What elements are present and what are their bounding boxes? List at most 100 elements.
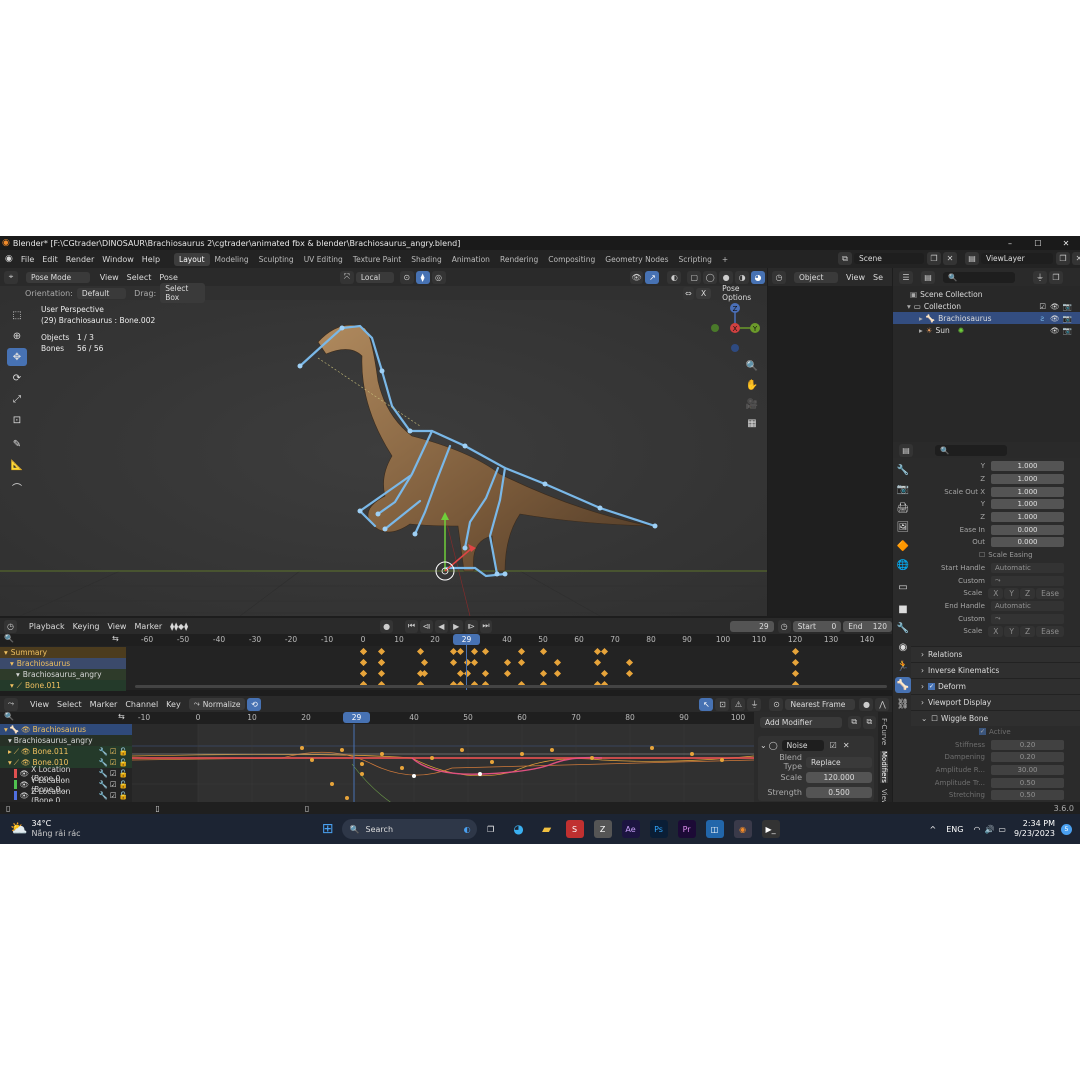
keyframe-diamond[interactable] xyxy=(463,658,471,667)
end-scale-y[interactable]: Y xyxy=(1004,625,1019,637)
channel-lock-icon[interactable]: 🔓 xyxy=(119,791,128,800)
keyframe-diamond[interactable] xyxy=(456,669,464,678)
orientation-select[interactable]: Default xyxy=(76,287,127,299)
language-indicator[interactable]: ENG xyxy=(946,825,963,834)
zoom-icon[interactable]: 🔍 xyxy=(744,358,760,374)
keyframe-diamond[interactable] xyxy=(600,669,608,678)
keyframe-diamond[interactable] xyxy=(517,647,525,656)
channel-modifier-icon[interactable]: 🔧 xyxy=(99,791,108,800)
keyframe-diamond[interactable] xyxy=(456,647,464,656)
timeline-menu-view[interactable]: View xyxy=(103,622,130,631)
keyframe-diamond[interactable] xyxy=(791,658,799,667)
graph-channel-z-location[interactable]: 👁 Z Location (Bone.0... 🔧 ☑ 🔓 xyxy=(0,787,132,805)
end-frame-field[interactable]: End 120 xyxy=(843,620,893,632)
prop-field[interactable]: 1.000 xyxy=(991,461,1064,472)
photoshop-icon[interactable]: Ps xyxy=(649,820,668,838)
keyframe-diamond[interactable] xyxy=(791,669,799,678)
collection-expand-icon[interactable]: ▾ xyxy=(907,302,911,311)
transform-tool-icon[interactable]: ⊡ xyxy=(7,411,27,429)
battery-icon[interactable]: ▭ xyxy=(998,825,1006,834)
sun-visibility-icon[interactable]: 👁 xyxy=(1050,326,1060,335)
modifier-enable-icon[interactable]: ☑ xyxy=(830,741,837,750)
graph-ruler[interactable]: 🔍 ⇆ -100102030405060708090100 xyxy=(0,712,754,724)
keyframe-diamond[interactable] xyxy=(359,669,367,678)
prop-field[interactable]: 30.00 xyxy=(991,765,1064,776)
view-layer-tab-icon[interactable]: 🖼 xyxy=(895,519,911,535)
channel-action[interactable]: ▾ Brachiosaurus_angry xyxy=(0,669,126,680)
tab-modeling[interactable]: Modeling xyxy=(210,253,254,266)
timeline-swap-icon[interactable]: ⇆ xyxy=(112,634,119,643)
timeline-menu-keying[interactable]: Keying xyxy=(69,622,104,631)
keyframe-diamond[interactable] xyxy=(503,669,511,678)
end-scale-z[interactable]: Z xyxy=(1020,625,1036,637)
camera-view-icon[interactable]: 🎥 xyxy=(744,396,760,412)
minimize-button[interactable]: – xyxy=(996,239,1024,248)
record-icon[interactable]: ● xyxy=(380,619,394,633)
end-scale-x[interactable]: X xyxy=(988,625,1004,637)
prop-field[interactable]: 0.50 xyxy=(991,790,1064,801)
timeline-menu-marker[interactable]: Marker xyxy=(130,622,166,631)
select-box-tool-icon[interactable]: ⬚ xyxy=(7,306,27,324)
camera-view-panel[interactable]: ◷ Object View Se xyxy=(768,268,892,616)
shading-solid-icon[interactable]: ● xyxy=(719,270,734,284)
new-scene-icon[interactable]: ❐ xyxy=(927,252,941,265)
outliner-object-sun[interactable]: ▸ ☀ Sun ✺ 👁 📷 xyxy=(893,324,1080,336)
timeline-editor-icon[interactable]: ◷ xyxy=(4,619,17,633)
menu-render[interactable]: Render xyxy=(62,255,98,264)
start-handle-select[interactable]: Automatic xyxy=(991,562,1064,573)
tab-uv-editing[interactable]: UV Editing xyxy=(299,253,348,266)
weather-icon[interactable]: ⛅ xyxy=(10,821,27,837)
shading-rendered-icon[interactable]: ◕ xyxy=(751,270,766,284)
xray-toggle-icon[interactable]: ▢ xyxy=(687,270,702,284)
graph-channel-action[interactable]: ▾ Brachiosaurus_angry xyxy=(0,735,132,746)
brachiosaurus-render-icon[interactable]: 📷 xyxy=(1063,314,1072,323)
graph-channel-bone-011[interactable]: ▸ ⟋ 👁 Bone.011 🔧 ☑ 🔓 xyxy=(0,746,132,757)
only-selected-icon[interactable]: ↖ xyxy=(699,697,714,711)
tool-tab-icon[interactable]: 🔧 xyxy=(895,462,911,478)
sun-render-icon[interactable]: 📷 xyxy=(1063,326,1072,335)
edge-icon[interactable]: ◕ xyxy=(510,820,528,838)
bone-tab-icon[interactable]: 🦴 xyxy=(895,677,911,693)
noise-modifier-name[interactable]: Noise xyxy=(781,739,824,751)
properties-search-input[interactable]: 🔍 xyxy=(935,444,1007,456)
channel-summary[interactable]: ▾ Summary xyxy=(0,647,126,658)
prop-field[interactable]: 1.000 xyxy=(991,486,1064,497)
channel-checkbox-icon[interactable]: ☑ xyxy=(110,769,117,778)
keyframe-diamond[interactable] xyxy=(503,658,511,667)
scene-tab-icon[interactable]: 🔶 xyxy=(895,538,911,554)
annotate-tool-icon[interactable]: ✎ xyxy=(7,435,27,453)
timeline-frame-indicator[interactable]: 29 xyxy=(453,634,480,645)
tab-geometry-nodes[interactable]: Geometry Nodes xyxy=(600,253,673,266)
snap-mode-select[interactable]: Nearest Frame xyxy=(785,698,856,710)
normalize-toggle[interactable]: ⤳ Normalize xyxy=(188,698,246,710)
keyframe-diamond[interactable] xyxy=(593,647,601,656)
graph-menu-key[interactable]: Key xyxy=(162,700,185,709)
graph-frame-indicator[interactable]: 29 xyxy=(343,712,370,723)
scale-easing-checkbox[interactable]: ☐ Scale Easing xyxy=(911,549,1080,562)
channel-checkbox-icon[interactable]: ☑ xyxy=(110,780,117,789)
tab-modifiers[interactable]: Modifiers xyxy=(880,751,888,784)
modifier-tab-icon[interactable]: 🔧 xyxy=(895,620,911,636)
add-workspace-button[interactable]: + xyxy=(717,253,733,266)
app-blue-icon[interactable]: ◫ xyxy=(705,820,724,838)
modifier-scale-field[interactable]: 120.000 xyxy=(806,771,872,783)
shading-material-icon[interactable]: ◑ xyxy=(735,270,750,284)
keyframe-diamond[interactable] xyxy=(471,647,479,656)
ortho-grid-icon[interactable]: ▦ xyxy=(744,415,760,431)
prop-field[interactable]: 1.000 xyxy=(991,499,1064,510)
start-custom-field[interactable]: ⤳ xyxy=(991,575,1064,586)
timeline-ruler[interactable]: 🔍 ⇆ -60-50-40-30-20-10010203040506070809… xyxy=(0,634,892,646)
pose-options-dropdown[interactable]: Pose Options xyxy=(717,283,767,303)
pan-hand-icon[interactable]: ✋ xyxy=(744,377,760,393)
outliner-object-brachiosaurus[interactable]: ▸ 🦴 Brachiosaurus ƨ 👁 📷 xyxy=(893,312,1080,324)
channel-checkbox-icon[interactable]: ☑ xyxy=(110,791,117,800)
visibility-icon[interactable]: 👁 xyxy=(21,747,31,756)
snap-icon[interactable]: ⧫ xyxy=(415,270,430,284)
outliner-new-collection-icon[interactable]: ❐ xyxy=(1049,270,1063,284)
notification-badge[interactable]: 5 xyxy=(1061,823,1072,835)
play-icon[interactable]: ▶ xyxy=(449,619,463,633)
prop-field[interactable]: 0.50 xyxy=(991,777,1064,788)
world-tab-icon[interactable]: 🌐 xyxy=(895,557,911,573)
panel-viewport-display[interactable]: › Viewport Display xyxy=(911,693,1080,710)
file-explorer-icon[interactable]: ▰ xyxy=(538,820,556,838)
